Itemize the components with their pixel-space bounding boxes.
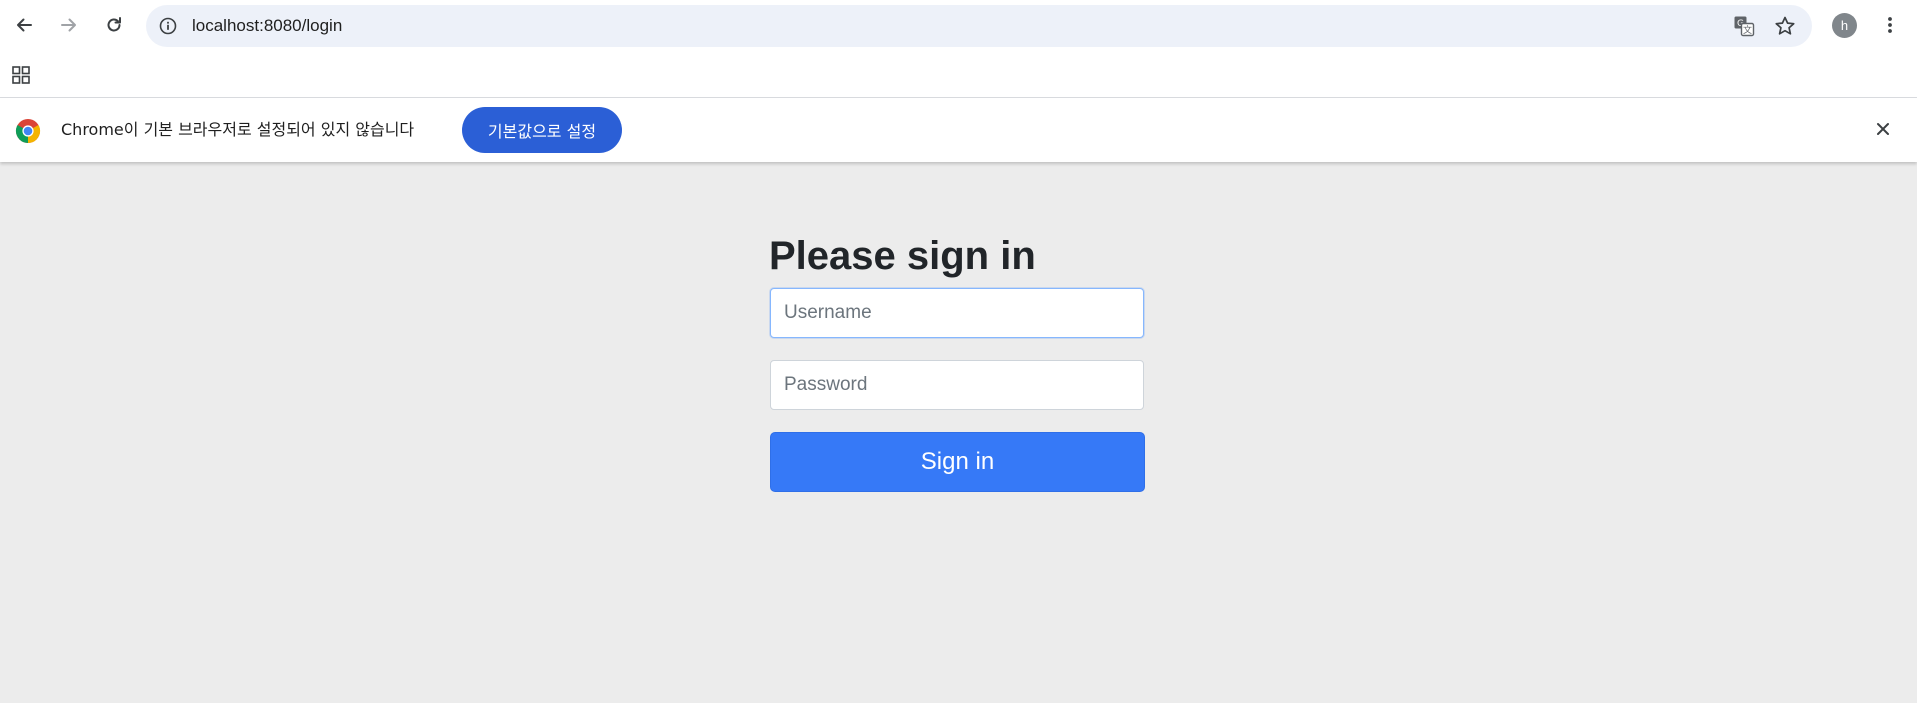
chrome-logo-icon	[15, 118, 41, 144]
site-info-icon[interactable]	[158, 16, 178, 36]
sign-in-button[interactable]: Sign in	[770, 432, 1145, 492]
default-browser-infobar: Chrome이 기본 브라우저로 설정되어 있지 않습니다 기본값으로 설정	[0, 98, 1917, 162]
browser-toolbar: localhost:8080/login G 文 h	[0, 0, 1917, 52]
bookmark-star-icon[interactable]	[1773, 14, 1797, 38]
reload-button[interactable]	[100, 11, 128, 39]
page-title: Please sign in	[769, 234, 1036, 278]
infobar-close-button[interactable]	[1871, 117, 1895, 141]
apps-grid-icon	[12, 66, 30, 84]
browser-menu-button[interactable]	[1876, 11, 1904, 39]
translate-icon[interactable]: G 文	[1732, 14, 1756, 38]
address-bar[interactable]: localhost:8080/login G 文	[146, 5, 1812, 47]
back-arrow-icon	[17, 18, 32, 32]
svg-text:文: 文	[1743, 24, 1752, 36]
profile-avatar[interactable]: h	[1832, 13, 1857, 38]
forward-arrow-icon	[61, 18, 76, 32]
reload-icon	[107, 17, 121, 32]
close-icon	[1877, 123, 1889, 135]
password-input[interactable]	[770, 360, 1144, 410]
set-as-default-button[interactable]: 기본값으로 설정	[462, 107, 622, 153]
forward-button[interactable]	[55, 11, 83, 39]
bookmarks-bar	[0, 52, 1917, 98]
apps-button[interactable]	[7, 61, 35, 89]
url-text[interactable]: localhost:8080/login	[192, 16, 342, 36]
back-button[interactable]	[10, 11, 38, 39]
menu-kebab-icon	[1888, 17, 1892, 33]
infobar-message: Chrome이 기본 브라우저로 설정되어 있지 않습니다	[61, 120, 415, 139]
username-input[interactable]	[770, 288, 1144, 338]
